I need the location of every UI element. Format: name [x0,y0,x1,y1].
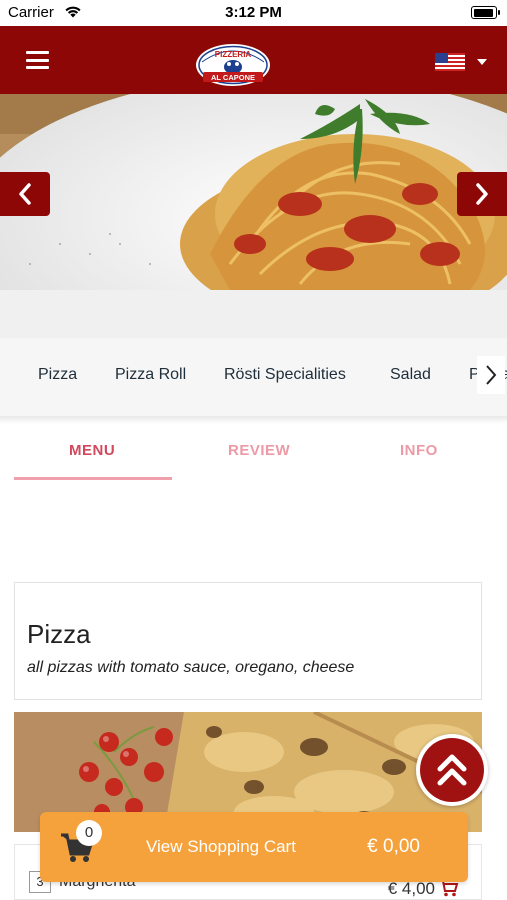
tab-review[interactable]: REVIEW [228,442,290,459]
category-divider [0,416,507,424]
active-tab-indicator [14,477,172,480]
chevron-right-icon [476,183,488,205]
battery-icon [471,6,500,19]
hamburger-menu-icon[interactable] [26,51,49,69]
section-description: all pizzas with tomato sauce, oregano, c… [27,659,355,676]
app-header: PIZZERIA AL CAPONE [0,26,507,94]
pizzeria-logo[interactable]: PIZZERIA AL CAPONE [195,42,271,88]
clock: 3:12 PM [225,4,282,21]
hero-carousel[interactable] [0,94,507,290]
section-title: Pizza [27,619,91,649]
cart-label: View Shopping Cart [146,837,296,856]
chevron-right-icon [486,365,497,385]
category-salad[interactable]: Salad [390,366,431,384]
category-pizza-roll[interactable]: Pizza Roll [115,366,186,384]
item-price: € 4,00 [387,879,435,898]
double-chevron-up-icon [437,754,467,786]
hero-spacer [0,290,507,338]
view-shopping-cart-button[interactable]: 0 View Shopping Cart € 0,00 [40,812,468,882]
carousel-next-button[interactable] [457,172,507,216]
us-flag-icon [435,53,465,71]
chevron-left-icon [19,183,31,205]
category-scroll-button[interactable] [477,356,505,394]
category-pizza[interactable]: Pizza [38,366,77,384]
language-selector[interactable] [435,53,491,71]
cart-count-badge: 0 [76,820,102,846]
category-rosti-specialities[interactable]: Rösti Specialities [224,366,346,384]
menu-section-header: Pizza all pizzas with tomato sauce, oreg… [14,582,482,700]
caret-down-icon [477,59,487,65]
tab-info[interactable]: INFO [400,442,438,459]
add-to-cart-icon[interactable] [439,879,459,900]
logo-line-1: PIZZERIA [215,50,252,59]
pasta-photo [0,94,507,290]
carousel-prev-button[interactable] [0,172,50,216]
logo-line-2: AL CAPONE [211,73,255,82]
cart-total: € 0,00 [367,836,420,857]
scroll-to-top-button[interactable] [416,734,488,806]
tab-bar: MENU REVIEW INFO [0,424,507,484]
status-bar: Carrier 3:12 PM [0,0,507,26]
tab-menu[interactable]: MENU [69,442,115,459]
category-bar[interactable]: Pizza Pizza Roll Rösti Specialities Sala… [0,338,507,416]
